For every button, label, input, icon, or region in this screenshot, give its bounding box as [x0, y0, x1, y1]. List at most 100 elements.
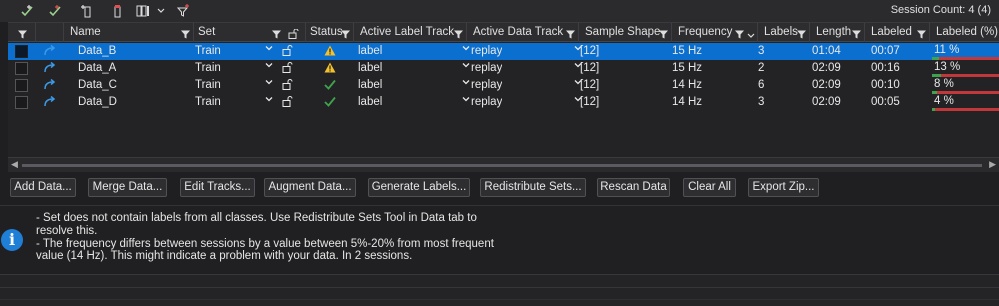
export-zip-button[interactable]: Export Zip... [748, 178, 819, 197]
chevron-down-icon[interactable] [462, 78, 470, 89]
column-header-status[interactable]: Status [306, 23, 354, 42]
sample-shape-value: [12] [580, 79, 600, 91]
column-header-set[interactable]: Set [194, 23, 306, 42]
row-checkbox[interactable] [15, 96, 28, 109]
column-header-frequency[interactable]: Frequency [672, 23, 758, 42]
footer-panel [0, 274, 999, 306]
generate-labels-button[interactable]: Generate Labels... [368, 178, 470, 197]
filter-icon[interactable] [181, 27, 190, 42]
unlock-icon[interactable] [282, 45, 294, 59]
swap-icon[interactable] [43, 95, 57, 112]
unlock-icon[interactable] [282, 79, 294, 93]
set-value[interactable]: Train [195, 94, 221, 111]
add-filter-icon[interactable] [174, 3, 192, 19]
chevron-down-icon[interactable] [265, 95, 273, 106]
filter-icon[interactable] [566, 27, 575, 42]
unlock-icon[interactable] [288, 27, 299, 42]
row-checkbox[interactable] [15, 79, 28, 92]
labeled-value: 00:10 [871, 79, 900, 91]
column-header-name[interactable]: Name [64, 23, 194, 42]
swap-icon[interactable] [43, 44, 57, 61]
column-header-active-data-track[interactable]: Active Data Track [467, 23, 579, 42]
scroll-left-icon[interactable]: ◀ [11, 159, 18, 170]
column-header-labeled[interactable]: Labeled [865, 23, 930, 42]
active-label-track-value[interactable]: label [358, 94, 382, 111]
merge-data-button[interactable]: Merge Data... [88, 178, 167, 197]
grid-header: Name Set Status Active Label Track Activ… [8, 23, 999, 42]
table-row[interactable]: Data_D Train label replay [12] 14 Hz 3 02:09 00:… [8, 94, 999, 111]
labeled-progress-fill [932, 108, 935, 111]
column-labeled-pct-label: Labeled (%) [936, 26, 999, 38]
active-label-track-value[interactable]: label [358, 77, 382, 94]
table-row[interactable]: Data_A Train label replay [12] 15 Hz 2 02:09 00:… [8, 60, 999, 77]
row-checkbox[interactable] [15, 45, 28, 58]
chevron-down-icon[interactable] [462, 44, 470, 55]
set-value[interactable]: Train [195, 77, 221, 94]
labeled-pct-value: 8 % [934, 78, 954, 90]
length-value: 02:09 [812, 62, 841, 74]
unlock-icon[interactable] [282, 96, 294, 110]
rescan-data-button[interactable]: Rescan Data [597, 178, 670, 197]
row-checkbox[interactable] [15, 62, 28, 75]
filter-icon[interactable] [917, 27, 926, 42]
horizontal-scrollbar[interactable]: ◀ ▶ [8, 157, 999, 172]
scroll-right-icon[interactable]: ▶ [989, 159, 996, 170]
chevron-down-icon[interactable] [152, 3, 170, 19]
table-row[interactable]: Data_C Train label replay [12] 14 Hz 6 02:09 00:… [8, 77, 999, 94]
filter-icon[interactable] [454, 27, 463, 42]
swap-icon[interactable] [43, 78, 57, 95]
active-data-track-value[interactable]: replay [471, 43, 502, 60]
swap-icon[interactable] [43, 61, 57, 78]
column-labeled-label: Labeled [871, 26, 912, 38]
filter-icon[interactable] [272, 27, 281, 42]
chevron-down-icon[interactable] [265, 61, 273, 72]
filter-icon[interactable] [852, 27, 861, 42]
chevron-down-icon[interactable] [462, 61, 470, 72]
filter-icon[interactable] [735, 27, 744, 42]
unlock-icon[interactable] [282, 62, 294, 76]
active-label-track-value[interactable]: label [358, 60, 382, 77]
augment-data-button[interactable]: Augment Data... [264, 178, 356, 197]
redistribute-sets-button[interactable]: Redistribute Sets... [480, 178, 586, 197]
active-data-track-value[interactable]: replay [471, 77, 502, 94]
column-active-data-track-label: Active Data Track [473, 26, 564, 38]
column-header-labels[interactable]: Labels [758, 23, 810, 42]
remove-track-icon[interactable] [108, 3, 126, 19]
chevron-down-icon[interactable] [265, 44, 273, 55]
clear-all-button[interactable]: Clear All [683, 178, 736, 197]
session-name[interactable]: Data_B [78, 43, 116, 60]
validate-icon[interactable] [46, 3, 64, 19]
add-session-icon[interactable] [18, 3, 36, 19]
edit-tracks-button[interactable]: Edit Tracks... [180, 178, 255, 197]
add-data-button[interactable]: Add Data... [10, 178, 76, 197]
table-row[interactable]: Data_B Train label replay [12] 15 Hz 3 01:04 00:… [8, 43, 999, 60]
set-value[interactable]: Train [195, 43, 221, 60]
set-value[interactable]: Train [195, 60, 221, 77]
frequency-value: 15 Hz [672, 62, 703, 74]
column-header-labeled-pct[interactable]: Labeled (%) [930, 23, 999, 42]
columns-icon[interactable] [134, 3, 152, 19]
add-track-icon[interactable] [78, 3, 96, 19]
filter-icon[interactable] [18, 27, 27, 42]
sort-down-icon[interactable] [747, 28, 755, 42]
chevron-down-icon[interactable] [265, 78, 273, 89]
header-filter-cell[interactable] [8, 23, 36, 42]
session-name[interactable]: Data_A [78, 60, 116, 77]
session-name[interactable]: Data_C [78, 77, 117, 94]
active-label-track-value[interactable]: label [358, 43, 382, 60]
info-message: - Set does not contain labels from all c… [36, 212, 477, 237]
filter-icon[interactable] [797, 27, 806, 42]
chevron-down-icon[interactable] [462, 95, 470, 106]
column-labels-label: Labels [764, 26, 798, 38]
column-header-sample-shape[interactable]: Sample Shape [579, 23, 672, 42]
session-name[interactable]: Data_D [78, 94, 117, 111]
divider [0, 287, 999, 288]
column-length-label: Length [816, 26, 852, 38]
active-data-track-value[interactable]: replay [471, 94, 502, 111]
column-header-length[interactable]: Length [810, 23, 865, 42]
active-data-track-value[interactable]: replay [471, 60, 502, 77]
filter-icon[interactable] [341, 27, 350, 42]
filter-icon[interactable] [659, 27, 668, 42]
scrollbar-thumb[interactable] [22, 164, 982, 167]
column-header-active-label-track[interactable]: Active Label Track [354, 23, 467, 42]
